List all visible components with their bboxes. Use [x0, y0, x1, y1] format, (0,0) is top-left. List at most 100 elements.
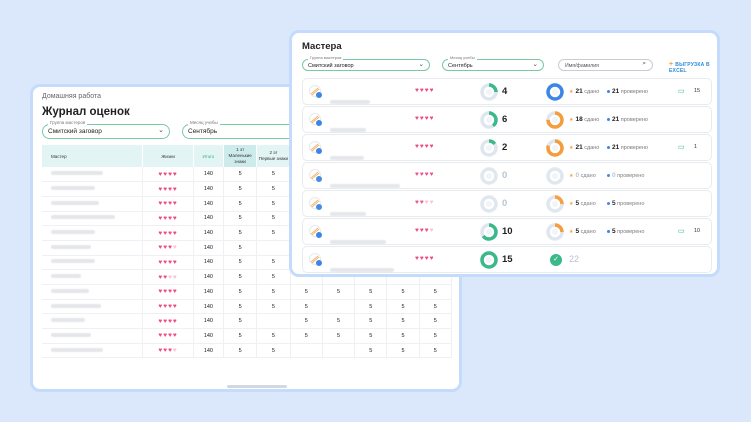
grade-cell[interactable]: 5 [322, 284, 356, 300]
master-name[interactable] [42, 255, 144, 271]
table-row[interactable]: ♥♥♥♥ 140 5 5 5 5 5 5 [42, 299, 453, 315]
grade-cell[interactable]: 5 [256, 211, 291, 227]
grade-cell[interactable]: 5 [223, 328, 258, 344]
master-row[interactable]: ♥♥♥♥ 15 ✓ 22 [302, 246, 712, 273]
search-input[interactable]: Имя/фамилия ⌕ [558, 59, 653, 71]
grade-cell[interactable]: 5 [256, 196, 291, 212]
progress-donut [480, 139, 498, 157]
master-row[interactable]: ♥♥♥♥ 6 ★ 18 сдано 21 проверено [302, 106, 712, 133]
grade-cell[interactable]: 5 [322, 328, 356, 344]
grade-cell[interactable] [322, 343, 356, 359]
grade-cell[interactable]: 5 [256, 284, 291, 300]
grade-cell[interactable]: 5 [419, 284, 453, 300]
grade-cell[interactable]: 5 [256, 225, 291, 241]
grade-cell[interactable]: 5 [223, 313, 258, 330]
message-count: 15 [694, 88, 701, 94]
name-placeholder [51, 244, 91, 249]
master-name[interactable] [42, 328, 144, 344]
master-name[interactable] [42, 181, 144, 197]
grade-cell[interactable]: 5 [419, 299, 453, 315]
hearts-icon: ♥♥♥♥ [415, 171, 435, 178]
grade-cell[interactable]: 5 [386, 343, 420, 359]
grade-cell[interactable]: 5 [223, 181, 258, 197]
master-name[interactable] [42, 284, 144, 300]
grade-cell[interactable]: 5 [223, 255, 258, 271]
table-row[interactable]: ♥♥♥♥ 140 5 5 5 5 5 5 5 [42, 284, 453, 300]
master-row[interactable]: ♥♥♥♥ 0 ★ 0 сдано 0 проверено [302, 162, 712, 189]
grade-cell[interactable]: 5 [419, 313, 453, 330]
master-row[interactable]: ♥♥♥♥ 10 ★ 5 сдано 5 проверено ▭ 10 [302, 218, 712, 245]
group-select[interactable]: Группа мастеров Смитский заговор ⌄ [302, 55, 430, 71]
master-name[interactable] [42, 343, 144, 359]
master-row[interactable]: ♥♥♥♥ 0 ★ 5 сдано 5 проверено [302, 190, 712, 217]
grade-cell[interactable]: 5 [322, 313, 356, 330]
master-name[interactable] [42, 313, 144, 330]
grade-cell[interactable] [322, 299, 356, 315]
table-row[interactable]: ♥♥♥♥ 140 5 5 5 5 5 5 [42, 313, 453, 330]
grade-cell[interactable]: 5 [223, 343, 258, 359]
grade-cell[interactable] [290, 343, 323, 359]
month-select[interactable]: Месяц учебы Сентябрь [182, 120, 302, 139]
chat-icon[interactable]: ▭ [678, 227, 685, 235]
grade-cell[interactable]: 5 [386, 313, 420, 330]
grade-cell[interactable]: 5 [223, 299, 258, 315]
grade-cell[interactable]: 5 [256, 269, 291, 285]
column-total[interactable]: Итого [193, 145, 225, 167]
group-select[interactable]: Группа мастеров Смитский заговор ⌄ [42, 120, 170, 139]
grade-cell[interactable]: 5 [290, 328, 323, 344]
grade-cell[interactable]: 5 [256, 328, 291, 344]
grade-cell[interactable] [256, 313, 291, 330]
grade-cell[interactable]: 5 [386, 328, 420, 344]
grade-cell[interactable]: 5 [223, 269, 258, 285]
master-name[interactable] [42, 299, 144, 315]
master-row[interactable]: ♥♥♥♥ 2 ★ 21 сдано 21 проверено ▭ 1 [302, 134, 712, 161]
grade-cell[interactable] [256, 240, 291, 256]
chat-icon[interactable]: ▭ [678, 143, 685, 151]
total-cell: 140 [193, 255, 225, 271]
master-name[interactable] [42, 167, 144, 183]
checked-stat: 21 проверено [607, 88, 648, 95]
master-name[interactable] [42, 211, 144, 227]
grade-cell[interactable]: 5 [223, 211, 258, 227]
grade-cell[interactable]: 5 [223, 225, 258, 241]
master-name[interactable] [330, 259, 394, 274]
column-lives[interactable]: Жизни [142, 145, 194, 167]
grade-cell[interactable]: 5 [256, 181, 291, 197]
grade-cell[interactable]: 5 [354, 284, 388, 300]
grade-cell[interactable]: 5 [419, 328, 453, 344]
grade-cell[interactable]: 5 [290, 284, 323, 300]
master-name[interactable] [42, 240, 144, 256]
grade-cell[interactable]: 5 [354, 299, 388, 315]
column-master[interactable]: Мастер [42, 145, 144, 167]
chevron-down-icon: ⌄ [158, 127, 164, 134]
export-excel-button[interactable]: + ВЫГРУЗКА В EXCEL [669, 61, 717, 74]
checked-count: 5 [612, 228, 616, 235]
column-stage-2[interactable]: 2 эт Первые знаки [256, 145, 291, 167]
horizontal-scrollbar[interactable] [227, 385, 287, 388]
grade-cell[interactable]: 5 [290, 299, 323, 315]
grade-cell[interactable]: 5 [223, 240, 258, 256]
grade-cell[interactable]: 5 [256, 299, 291, 315]
grade-cell[interactable]: 5 [386, 299, 420, 315]
grade-cell[interactable]: 5 [386, 284, 420, 300]
column-stage-1[interactable]: 1 эт Маленькие знаки [223, 145, 258, 167]
master-name[interactable] [42, 225, 144, 241]
grade-cell[interactable]: 5 [256, 255, 291, 271]
master-name[interactable] [42, 269, 144, 285]
chat-icon[interactable]: ▭ [678, 87, 685, 95]
grade-cell[interactable]: 5 [290, 313, 323, 330]
grade-cell[interactable]: 5 [354, 313, 388, 330]
grade-cell[interactable]: 5 [223, 196, 258, 212]
month-select[interactable]: Месяц учебы Сентябрь ⌄ [442, 55, 544, 71]
grade-cell[interactable]: 5 [354, 328, 388, 344]
master-name[interactable] [42, 196, 144, 212]
grade-cell[interactable]: 5 [354, 343, 388, 359]
grade-cell[interactable]: 5 [223, 284, 258, 300]
grade-cell[interactable]: 5 [256, 343, 291, 359]
grade-cell[interactable]: 5 [223, 167, 258, 183]
table-row[interactable]: ♥♥♥♥ 140 5 5 5 5 5 5 5 [42, 328, 453, 344]
master-row[interactable]: ♥♥♥♥ 4 ★ 21 сдано 21 проверено ▭ 15 [302, 78, 712, 105]
grade-cell[interactable]: 5 [256, 167, 291, 183]
grade-cell[interactable]: 5 [419, 343, 453, 359]
table-row[interactable]: ♥♥♥♥ 140 5 5 5 5 5 [42, 343, 453, 359]
